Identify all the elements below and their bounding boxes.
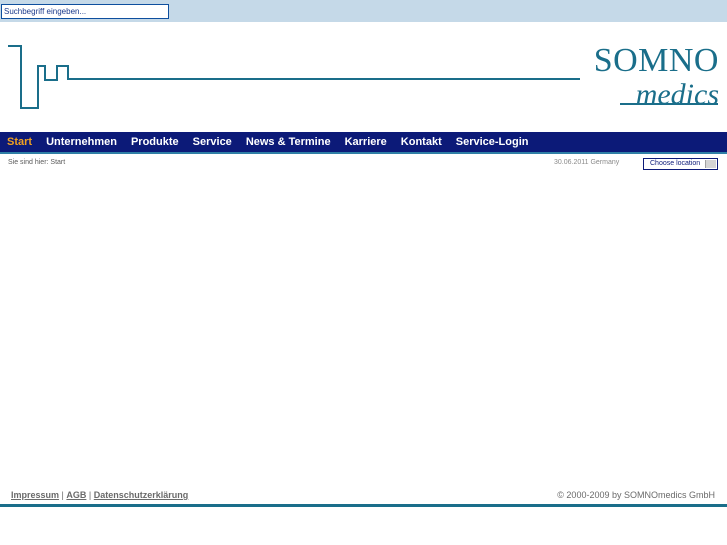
breadcrumb: Sie sind hier: Start [8,159,66,166]
dropdown-arrow-icon [705,160,716,168]
footer-separator: | [61,490,64,500]
footer-separator: | [88,490,92,500]
top-bar [0,0,727,22]
nav-item-start[interactable]: Start [7,136,32,148]
somnomedics-logo[interactable]: SOMNO medics [594,44,719,110]
footer-link-datenschutz[interactable]: Datenschutzerklärung [94,490,189,500]
nav-item-kontakt[interactable]: Kontakt [401,136,442,148]
nav-item-unternehmen[interactable]: Unternehmen [46,136,117,148]
footer-divider [0,504,727,507]
main-navigation: Start Unternehmen Produkte Service News … [0,132,727,154]
location-select-label: Choose location [650,160,701,167]
nav-item-produkte[interactable]: Produkte [131,136,179,148]
search-input[interactable] [1,4,169,19]
logo-text-medics: medics [635,78,719,111]
footer-link-impressum[interactable]: Impressum [11,490,59,500]
nav-item-service[interactable]: Service [193,136,232,148]
nav-item-karriere[interactable]: Karriere [345,136,387,148]
nav-item-news-termine[interactable]: News & Termine [246,136,331,148]
footer-links: Impressum | AGB | Datenschutzerklärung [11,490,188,500]
logo-text-somno: SOMNO [593,42,719,79]
nav-item-service-login[interactable]: Service-Login [456,136,529,148]
copyright-text: © 2000-2009 by SOMNOmedics GmbH [557,490,715,500]
footer-link-agb[interactable]: AGB [66,490,86,500]
location-select[interactable]: Choose location [643,158,718,170]
date-country-label: 30.06.2011 Germany [554,159,620,166]
